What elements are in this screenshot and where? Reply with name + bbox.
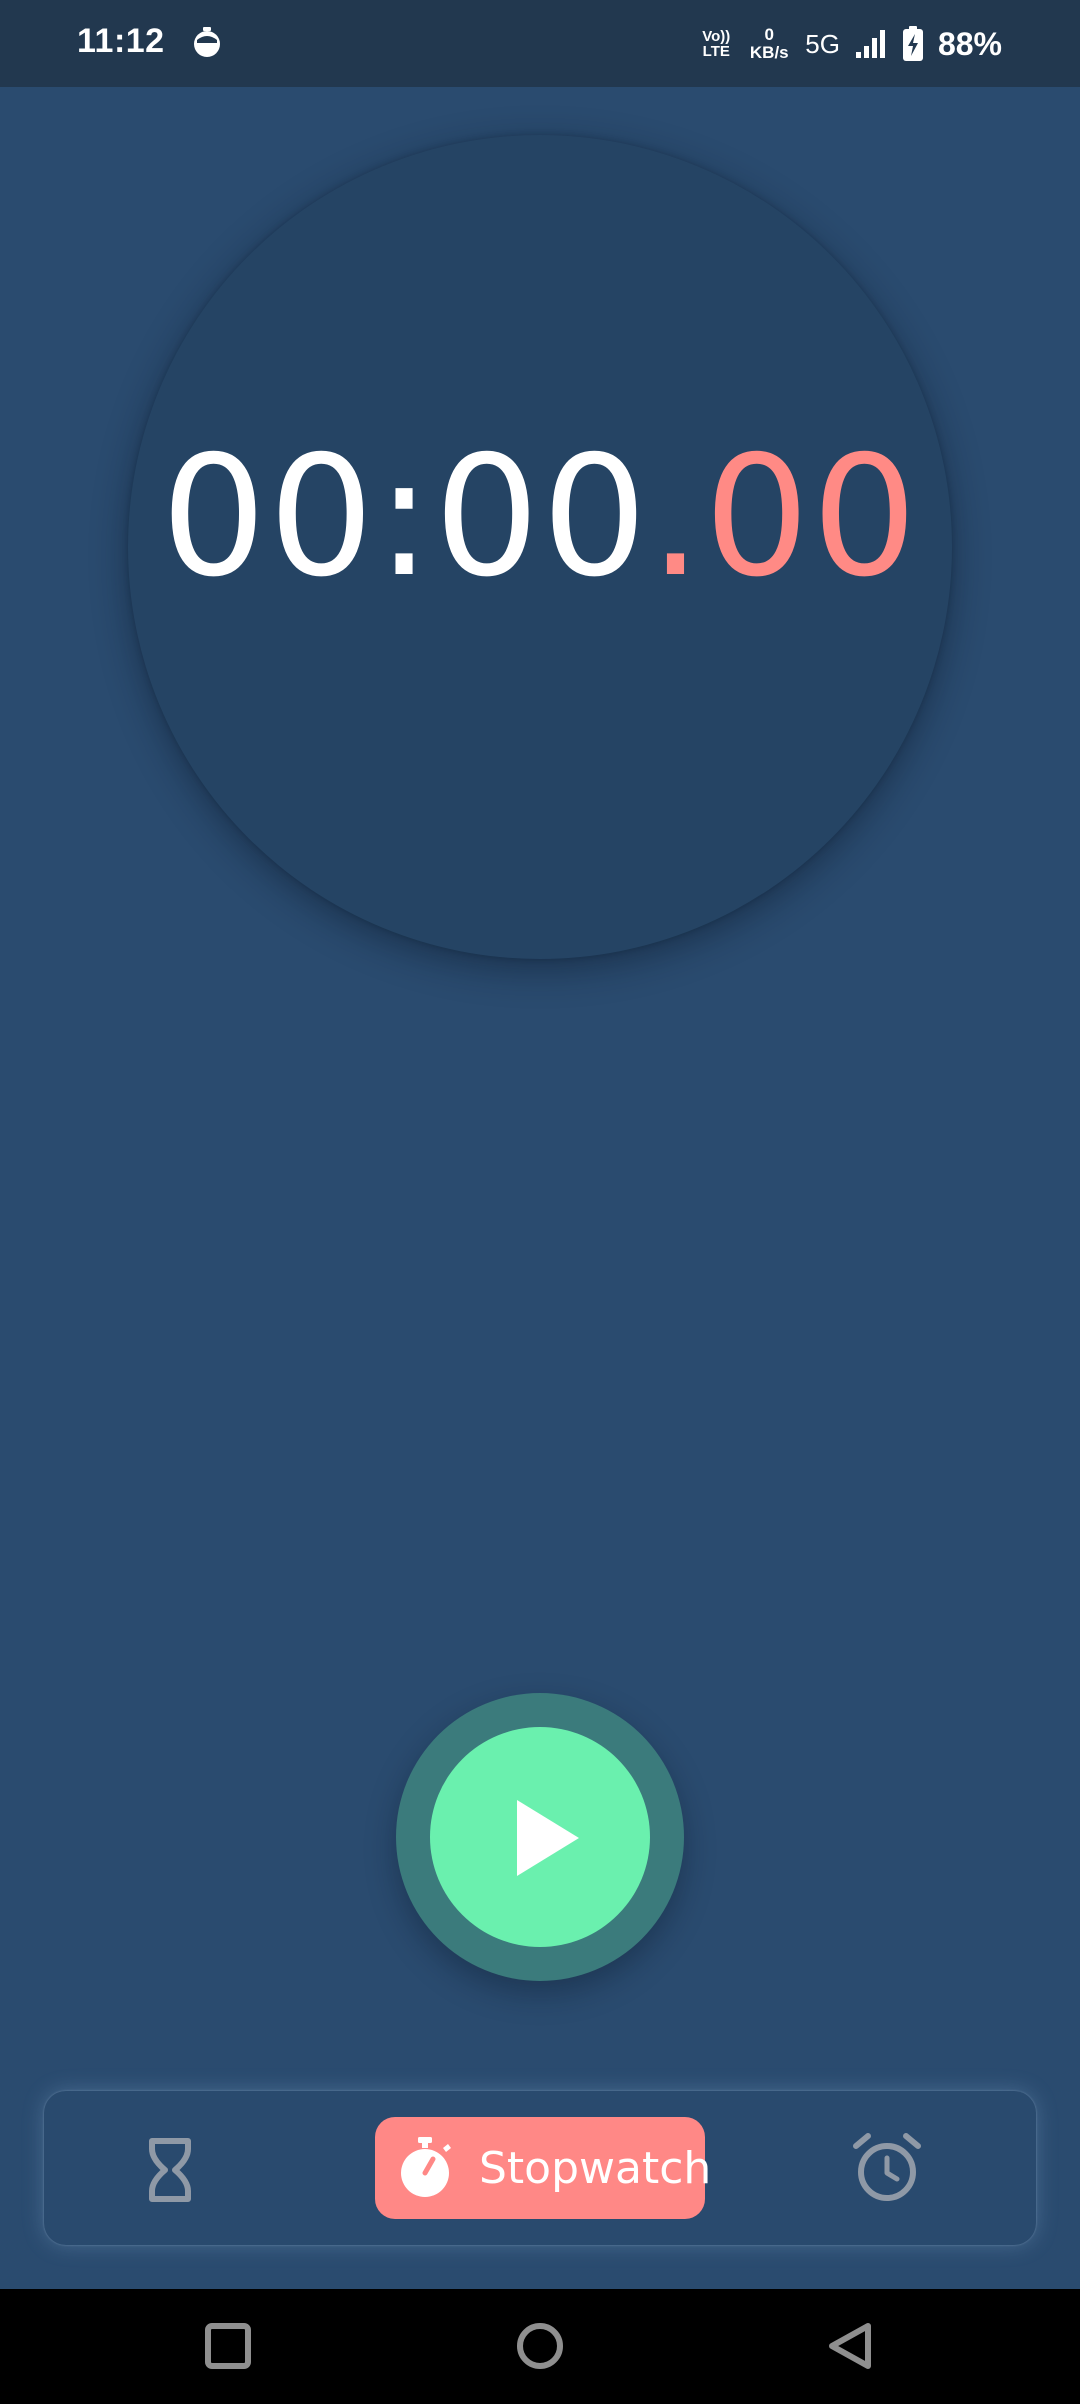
- volte-line2: LTE: [702, 43, 730, 60]
- battery-percentage: 88%: [937, 25, 1002, 62]
- network-type: 5G: [805, 28, 840, 59]
- status-bar: 11:12 Vo)) LTE 0 KB/s 5G 88%: [0, 0, 1080, 87]
- start-button[interactable]: [430, 1727, 650, 1947]
- time-centiseconds: 00: [703, 421, 920, 614]
- alarm-clock-icon[interactable]: [850, 2130, 924, 2206]
- home-icon[interactable]: [515, 2321, 565, 2371]
- recents-icon[interactable]: [203, 2321, 253, 2371]
- time-separator: .: [649, 421, 704, 614]
- volte-line1: Vo)): [702, 28, 731, 45]
- stopwatch-app-icon: [194, 27, 220, 57]
- battery-charging-icon: [902, 26, 923, 61]
- stopwatch-screen: 11:12 Vo)) LTE 0 KB/s 5G 88% 00:00.00 St…: [0, 0, 1080, 2404]
- time-minutes-seconds: 00:00: [160, 421, 650, 614]
- status-indicators: Vo)) LTE 0 KB/s 5G 88%: [699, 18, 1002, 70]
- stopwatch-icon: [401, 2137, 451, 2197]
- hourglass-icon[interactable]: [135, 2135, 205, 2205]
- elapsed-time-display: 00:00.00: [0, 418, 1080, 618]
- volte-indicator: Vo)) LTE: [699, 29, 733, 59]
- network-speed: 0 KB/s: [747, 26, 791, 62]
- nav-stopwatch-label: Stopwatch: [479, 2142, 712, 2194]
- signal-icon: [855, 30, 885, 58]
- back-icon[interactable]: [826, 2321, 876, 2371]
- network-speed-value: 0: [764, 25, 774, 44]
- status-time: 11:12: [77, 22, 165, 60]
- network-speed-unit: KB/s: [749, 43, 789, 62]
- nav-stopwatch-tab[interactable]: Stopwatch: [375, 2117, 711, 2219]
